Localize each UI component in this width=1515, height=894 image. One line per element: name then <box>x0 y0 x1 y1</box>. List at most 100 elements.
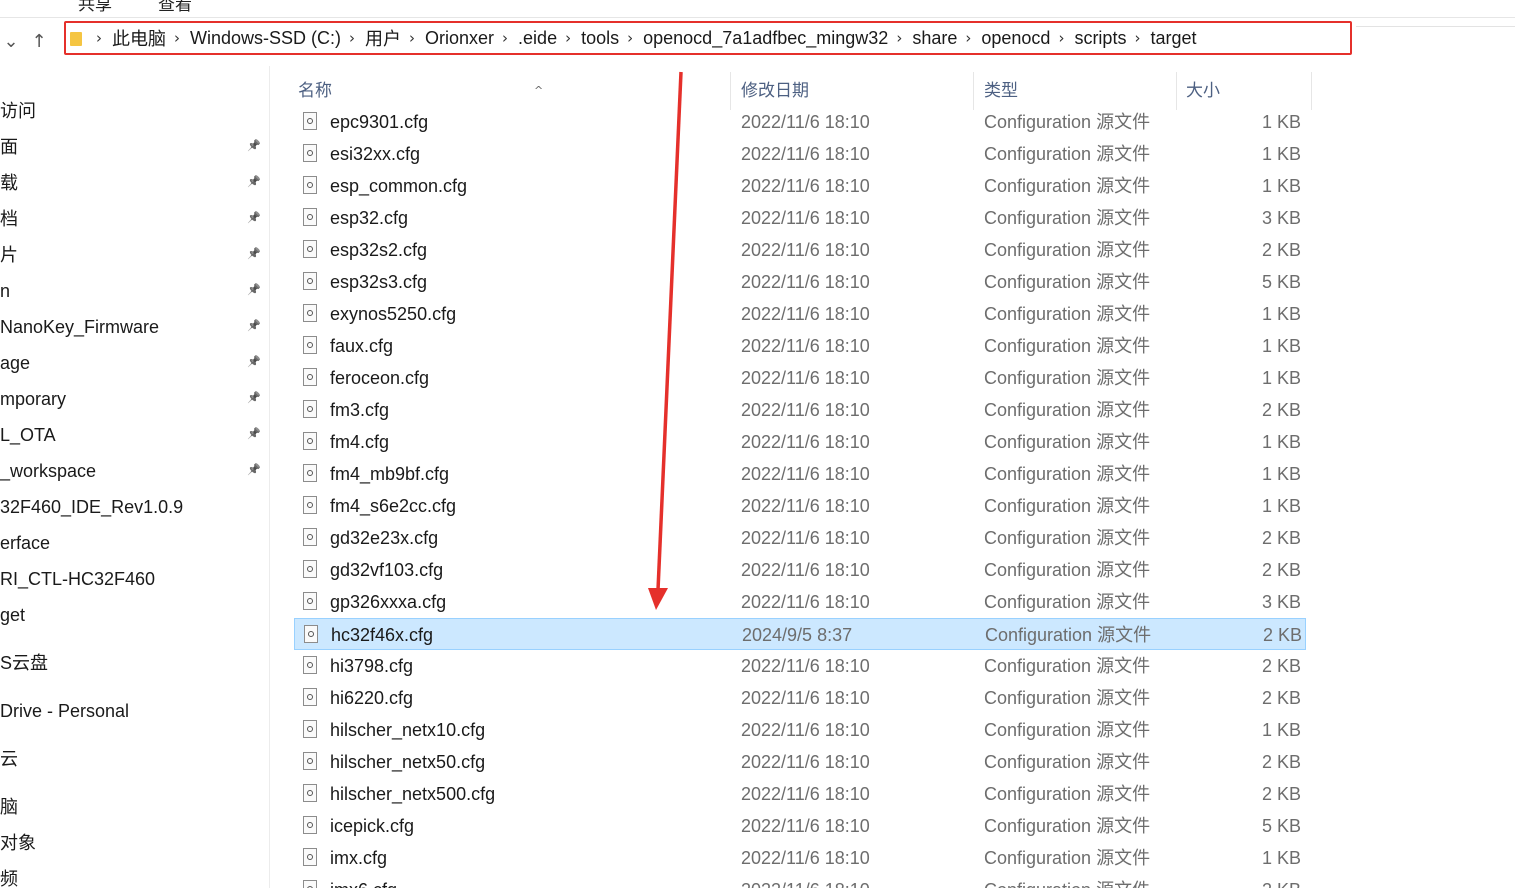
sidebar-item[interactable]: 频 <box>0 864 270 894</box>
address-bar[interactable]: › 此电脑 › Windows-SSD (C:) › 用户 › Orionxer › .eide ›… <box>64 21 1352 55</box>
sidebar-item[interactable]: RI_CTL-HC32F460 <box>0 564 270 594</box>
file-row[interactable]: fm4.cfg 2022/11/6 18:10 Configuration 源文件 1… <box>294 426 1306 458</box>
chevron-right-icon[interactable]: › <box>409 29 415 47</box>
file-row[interactable]: epc9301.cfg 2022/11/6 18:10 Configuration … <box>294 106 1306 138</box>
ribbon-tab-view[interactable]: 查看 <box>158 0 192 15</box>
chevron-right-icon[interactable]: › <box>96 29 102 47</box>
file-size: 1 KB <box>1261 112 1301 132</box>
breadcrumb-item[interactable]: share <box>912 28 957 49</box>
breadcrumb-item[interactable]: Windows-SSD (C:) <box>190 28 341 49</box>
sidebar-item[interactable]: Drive - Personal <box>0 696 270 726</box>
column-divider[interactable] <box>1176 72 1177 110</box>
sidebar-item-label: mporary <box>0 389 67 409</box>
chevron-right-icon[interactable]: › <box>565 29 571 47</box>
file-type: Configuration 源文件 <box>984 560 1151 580</box>
up-arrow-icon[interactable]: ↑ <box>28 30 50 54</box>
pin-icon[interactable]: 📌 <box>246 174 262 190</box>
sidebar-item[interactable]: 载 📌 <box>0 168 270 198</box>
chevron-right-icon[interactable]: › <box>627 29 633 47</box>
sidebar-item[interactable]: 访问 <box>0 96 270 126</box>
pin-icon[interactable]: 📌 <box>246 138 262 154</box>
sidebar-item[interactable]: 面 📌 <box>0 132 270 162</box>
pin-icon[interactable]: 📌 <box>246 426 262 442</box>
sidebar-item[interactable]: 云 <box>0 744 270 774</box>
sidebar-item[interactable]: get <box>0 600 270 630</box>
file-row[interactable]: hi6220.cfg 2022/11/6 18:10 Configuration 源… <box>294 682 1306 714</box>
chevron-right-icon[interactable]: › <box>1058 29 1064 47</box>
sidebar-item[interactable]: mporary 📌 <box>0 384 270 414</box>
file-row[interactable]: esp32s3.cfg 2022/11/6 18:10 Configuration … <box>294 266 1306 298</box>
sidebar-item[interactable]: 32F460_IDE_Rev1.0.9 <box>0 492 270 522</box>
chevron-down-icon[interactable]: ⌄ <box>0 30 22 54</box>
file-row[interactable]: fm4_s6e2cc.cfg 2022/11/6 18:10 Configurati… <box>294 490 1306 522</box>
sidebar-item[interactable]: NanoKey_Firmware 📌 <box>0 312 270 342</box>
breadcrumb-item[interactable]: 用户 <box>365 25 401 51</box>
column-divider[interactable] <box>973 72 974 110</box>
file-row[interactable]: hilscher_netx50.cfg 2022/11/6 18:10 Config… <box>294 746 1306 778</box>
sidebar-item[interactable]: _workspace 📌 <box>0 456 270 486</box>
sidebar-item[interactable]: S云盘 <box>0 648 270 678</box>
chevron-right-icon[interactable]: › <box>349 29 355 47</box>
pin-icon[interactable]: 📌 <box>246 462 262 478</box>
file-row[interactable]: feroceon.cfg 2022/11/6 18:10 Configuration… <box>294 362 1306 394</box>
pin-icon[interactable]: 📌 <box>246 354 262 370</box>
sidebar-item-label: 脑 <box>0 797 18 817</box>
sidebar-item[interactable]: erface <box>0 528 270 558</box>
file-row-selected[interactable]: hc32f46x.cfg 2024/9/5 8:37 Configuration 源… <box>294 618 1306 650</box>
file-date: 2022/11/6 18:10 <box>741 688 870 708</box>
pin-icon[interactable]: 📌 <box>246 282 262 298</box>
pin-icon[interactable]: 📌 <box>246 318 262 334</box>
file-row[interactable]: gd32vf103.cfg 2022/11/6 18:10 Configuratio… <box>294 554 1306 586</box>
breadcrumb-item[interactable]: target <box>1150 28 1196 49</box>
breadcrumb-item[interactable]: scripts <box>1074 28 1126 49</box>
sidebar-item[interactable]: 档 📌 <box>0 204 270 234</box>
file-row[interactable]: esp_common.cfg 2022/11/6 18:10 Configurati… <box>294 170 1306 202</box>
file-row[interactable]: gp326xxxa.cfg 2022/11/6 18:10 Configuratio… <box>294 586 1306 618</box>
file-row[interactable]: imx.cfg 2022/11/6 18:10 Configuration 源文件 1… <box>294 842 1306 874</box>
column-header-name[interactable]: 名称 ^ <box>298 74 718 108</box>
breadcrumb-item[interactable]: openocd <box>981 28 1050 49</box>
sidebar-item[interactable]: age 📌 <box>0 348 270 378</box>
file-row[interactable]: esp32.cfg 2022/11/6 18:10 Configuration 源文… <box>294 202 1306 234</box>
sidebar-item[interactable]: 片 📌 <box>0 240 270 270</box>
file-date: 2022/11/6 18:10 <box>741 240 870 260</box>
chevron-right-icon[interactable]: › <box>502 29 508 47</box>
file-row[interactable]: hilscher_netx500.cfg 2022/11/6 18:10 Confi… <box>294 778 1306 810</box>
file-row[interactable]: faux.cfg 2022/11/6 18:10 Configuration 源文件… <box>294 330 1306 362</box>
sidebar-item[interactable]: 对象 <box>0 828 270 858</box>
sidebar-item[interactable]: L_OTA 📌 <box>0 420 270 450</box>
search-box-edge[interactable] <box>1356 26 1515 61</box>
pin-icon[interactable]: 📌 <box>246 246 262 262</box>
file-row[interactable]: esp32s2.cfg 2022/11/6 18:10 Configuration … <box>294 234 1306 266</box>
column-header-type[interactable]: 类型 <box>984 74 1174 108</box>
chevron-right-icon[interactable]: › <box>896 29 902 47</box>
column-header-date[interactable]: 修改日期 <box>741 74 971 108</box>
sidebar-item[interactable]: 脑 <box>0 792 270 822</box>
file-name: fm3.cfg <box>330 400 390 420</box>
file-row[interactable]: hi3798.cfg 2022/11/6 18:10 Configuration 源… <box>294 650 1306 682</box>
sidebar-item[interactable]: n 📌 <box>0 276 270 306</box>
breadcrumb-item[interactable]: tools <box>581 28 619 49</box>
pin-icon[interactable]: 📌 <box>246 390 262 406</box>
file-row[interactable]: gd32e23x.cfg 2022/11/6 18:10 Configuration… <box>294 522 1306 554</box>
ribbon-tab-share[interactable]: 共享 <box>78 0 112 15</box>
breadcrumb-item[interactable]: .eide <box>518 28 557 49</box>
file-row[interactable]: imx6.cfg 2022/11/6 18:10 Configuration 源文件… <box>294 874 1306 888</box>
file-row[interactable]: hilscher_netx10.cfg 2022/11/6 18:10 Config… <box>294 714 1306 746</box>
breadcrumb-item[interactable]: 此电脑 <box>112 25 166 51</box>
column-divider[interactable] <box>730 72 731 110</box>
chevron-right-icon[interactable]: › <box>174 29 180 47</box>
breadcrumb-item[interactable]: Orionxer <box>425 28 494 49</box>
file-row[interactable]: esi32xx.cfg 2022/11/6 18:10 Configuration … <box>294 138 1306 170</box>
file-type: Configuration 源文件 <box>984 496 1151 516</box>
file-row[interactable]: fm4_mb9bf.cfg 2022/11/6 18:10 Configuratio… <box>294 458 1306 490</box>
column-divider[interactable] <box>1311 72 1312 110</box>
file-row[interactable]: exynos5250.cfg 2022/11/6 18:10 Configurati… <box>294 298 1306 330</box>
breadcrumb-item[interactable]: openocd_7a1adfbec_mingw32 <box>643 28 888 49</box>
pin-icon[interactable]: 📌 <box>246 210 262 226</box>
file-row[interactable]: fm3.cfg 2022/11/6 18:10 Configuration 源文件 2… <box>294 394 1306 426</box>
chevron-right-icon[interactable]: › <box>965 29 971 47</box>
column-header-size[interactable]: 大小 <box>1186 74 1306 108</box>
file-row[interactable]: icepick.cfg 2022/11/6 18:10 Configuration … <box>294 810 1306 842</box>
chevron-right-icon[interactable]: › <box>1134 29 1140 47</box>
